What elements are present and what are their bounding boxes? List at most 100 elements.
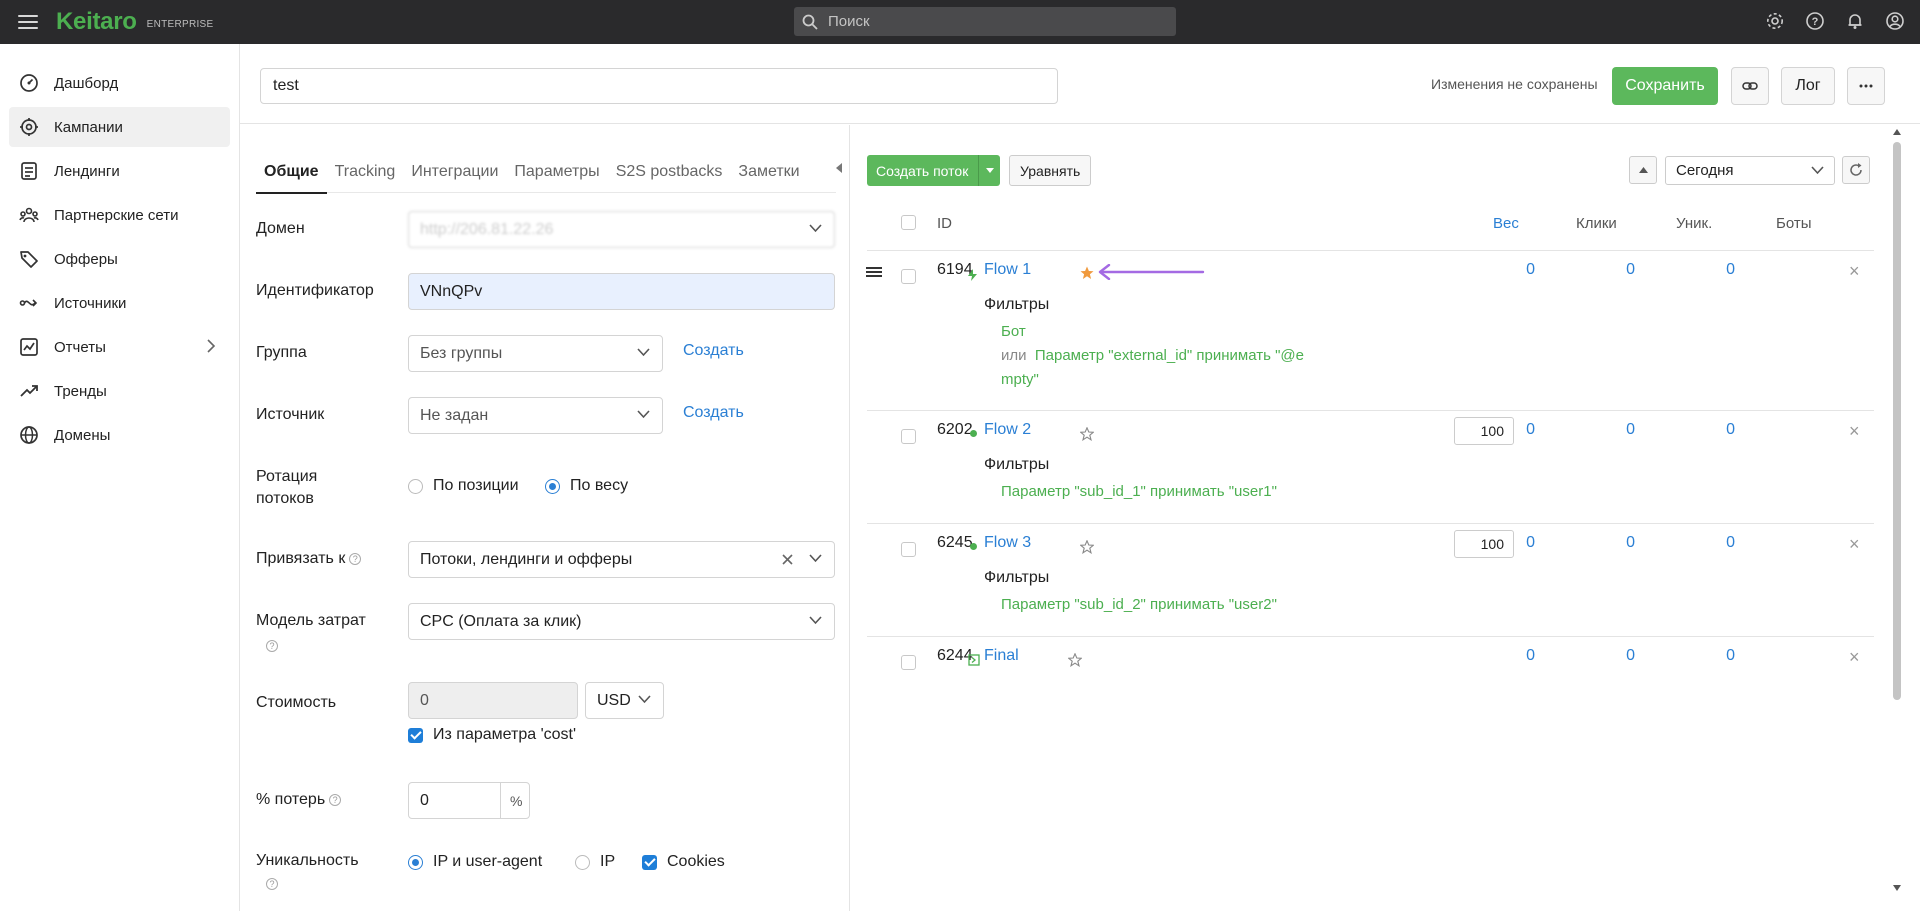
search-input[interactable]	[828, 13, 1148, 30]
help-icon[interactable]: ?	[266, 640, 278, 652]
flow-unique[interactable]: 0	[1595, 421, 1635, 439]
tab-integrations[interactable]: Интеграции	[403, 149, 506, 193]
log-button[interactable]: Лог	[1781, 67, 1835, 105]
flow-unique[interactable]: 0	[1595, 261, 1635, 279]
period-select[interactable]: Сегодня	[1665, 156, 1835, 185]
flow-bots[interactable]: 0	[1695, 261, 1735, 279]
scroll-up-icon[interactable]	[1893, 128, 1901, 136]
flow-unique[interactable]: 0	[1595, 534, 1635, 552]
star-outline-icon[interactable]	[1068, 653, 1082, 667]
loss-input[interactable]: 0	[408, 782, 501, 819]
cost-from-param-checkbox[interactable]: Из параметра 'cost'	[408, 726, 576, 744]
flow-bots[interactable]: 0	[1695, 647, 1735, 665]
cost-input[interactable]: 0	[408, 682, 578, 719]
flow-clicks[interactable]: 0	[1495, 421, 1535, 439]
delete-flow-icon[interactable]: ×	[1849, 421, 1860, 442]
identifier-input[interactable]: VNnQPv	[408, 273, 835, 310]
table-row[interactable]: 6244 Final 0 0 0 ×	[867, 637, 1874, 687]
create-group-link[interactable]: Создать	[683, 342, 744, 360]
flow-name-link[interactable]: Flow 3	[984, 534, 1031, 552]
sidebar-item-dashboard[interactable]: Дашборд	[9, 63, 230, 103]
bell-icon[interactable]	[1844, 10, 1866, 32]
create-source-link[interactable]: Создать	[683, 404, 744, 422]
star-outline-icon[interactable]	[1080, 540, 1094, 554]
sidebar-item-domains[interactable]: Домены	[9, 415, 230, 455]
cost-model-select[interactable]: CPC (Оплата за клик)	[408, 603, 835, 640]
select-all-checkbox[interactable]	[901, 215, 916, 230]
col-bots[interactable]: Боты	[1776, 215, 1812, 232]
scroll-down-icon[interactable]	[1893, 884, 1901, 892]
col-clicks[interactable]: Клики	[1576, 215, 1617, 232]
radio-button[interactable]	[545, 478, 560, 494]
row-checkbox[interactable]	[901, 655, 916, 670]
clear-icon[interactable]	[782, 554, 793, 565]
sidebar-item-trends[interactable]: Тренды	[9, 371, 230, 411]
refresh-button[interactable]	[1842, 156, 1870, 184]
checkbox-checked[interactable]	[642, 854, 657, 870]
sort-button[interactable]	[1629, 156, 1657, 184]
user-icon[interactable]	[1884, 10, 1906, 32]
source-select[interactable]: Не задан	[408, 397, 663, 434]
flows-scrollbar[interactable]	[1893, 128, 1901, 898]
delete-flow-icon[interactable]: ×	[1849, 534, 1860, 555]
sidebar-item-landings[interactable]: Лендинги	[9, 151, 230, 191]
menu-icon[interactable]	[18, 15, 38, 29]
row-checkbox[interactable]	[901, 429, 916, 444]
create-flow-button[interactable]: Создать поток	[867, 155, 1000, 186]
save-button[interactable]: Сохранить	[1612, 67, 1718, 105]
row-checkbox[interactable]	[901, 542, 916, 557]
delete-flow-icon[interactable]: ×	[1849, 647, 1860, 668]
flow-clicks[interactable]: 0	[1495, 261, 1535, 279]
uniq-cookies-checkbox[interactable]: Cookies	[642, 853, 725, 871]
flow-clicks[interactable]: 0	[1495, 647, 1535, 665]
group-select[interactable]: Без группы	[408, 335, 663, 372]
search-box[interactable]	[794, 7, 1176, 36]
help-icon[interactable]: ?	[329, 793, 342, 806]
more-button[interactable]	[1847, 67, 1885, 105]
delete-flow-icon[interactable]: ×	[1849, 261, 1860, 282]
campaign-name-input[interactable]	[260, 68, 1058, 104]
drag-handle-icon[interactable]	[866, 267, 882, 279]
sidebar-item-reports[interactable]: Отчеты	[9, 327, 230, 367]
bind-select[interactable]: Потоки, лендинги и офферы	[408, 541, 835, 578]
sidebar-item-networks[interactable]: Партнерские сети	[9, 195, 230, 235]
radio-button[interactable]	[408, 854, 423, 870]
tab-general[interactable]: Общие	[256, 149, 327, 194]
help-icon[interactable]: ?	[266, 878, 278, 890]
tab-s2s-postbacks[interactable]: S2S postbacks	[608, 149, 731, 193]
table-row[interactable]: 6202 Flow 2 100 0 0 0 × Фильтры Параметр…	[867, 411, 1874, 524]
flow-name-link[interactable]: Flow 2	[984, 421, 1031, 439]
tab-parameters[interactable]: Параметры	[506, 149, 607, 193]
tab-scroll-left-icon[interactable]	[835, 163, 843, 173]
star-outline-icon[interactable]	[1080, 427, 1094, 441]
scrollbar-thumb[interactable]	[1893, 142, 1901, 700]
create-flow-dropdown[interactable]	[978, 155, 1000, 186]
gear-icon[interactable]	[1764, 10, 1786, 32]
tab-notes[interactable]: Заметки	[730, 149, 807, 193]
radio-button[interactable]	[575, 854, 590, 870]
flow-name-link[interactable]: Flow 1	[984, 261, 1031, 279]
app-logo[interactable]: Keitaro	[56, 8, 137, 36]
table-row[interactable]: 6245 Flow 3 100 0 0 0 × Фильтры Параметр…	[867, 524, 1874, 637]
flow-bots[interactable]: 0	[1695, 534, 1735, 552]
uniq-ip-radio[interactable]: IP	[575, 853, 615, 871]
rotation-weight-radio[interactable]: По весу	[545, 477, 628, 495]
sidebar-item-campaigns[interactable]: Кампании	[9, 107, 230, 147]
flow-bots[interactable]: 0	[1695, 421, 1735, 439]
uniq-ip-ua-radio[interactable]: IP и user-agent	[408, 853, 542, 871]
domain-select[interactable]: http://206.81.22.26	[408, 211, 835, 248]
table-row[interactable]: 6194 Flow 1 0 0 0 × Фильтры Бот или Пара…	[866, 251, 1874, 411]
equalize-button[interactable]: Уравнять	[1009, 155, 1092, 186]
star-filled-icon[interactable]	[1080, 266, 1094, 280]
flow-name-link[interactable]: Final	[984, 647, 1019, 665]
currency-select[interactable]: USD	[585, 682, 664, 719]
help-icon[interactable]: ?	[1804, 10, 1826, 32]
col-unique[interactable]: Уник.	[1676, 215, 1712, 232]
sidebar-item-offers[interactable]: Офферы	[9, 239, 230, 279]
tab-tracking[interactable]: Tracking	[327, 149, 404, 193]
help-icon[interactable]: ?	[349, 552, 362, 565]
sidebar-item-sources[interactable]: Источники	[9, 283, 230, 323]
rotation-position-radio[interactable]: По позиции	[408, 477, 519, 495]
flow-clicks[interactable]: 0	[1495, 534, 1535, 552]
radio-button[interactable]	[408, 478, 423, 494]
